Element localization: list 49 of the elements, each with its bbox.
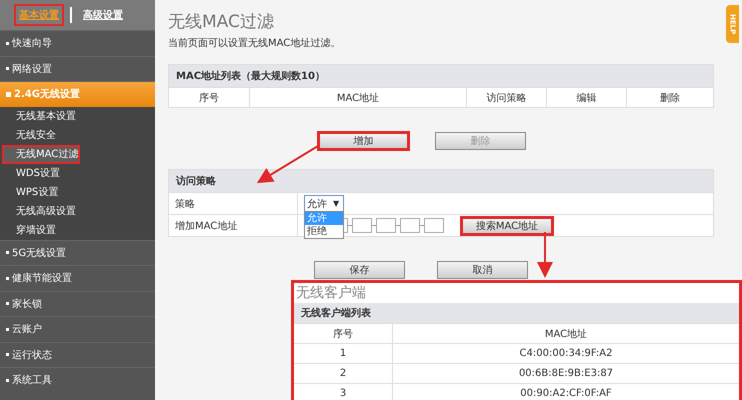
form-button[interactable]: 保存 [314,261,405,279]
table-cell: 2 [294,363,392,383]
table-button[interactable]: 增加 [318,132,409,150]
table-cell: 1 [294,343,392,363]
section-title: 访问策略 [169,170,713,192]
page-description: 当前页面可以设置无线MAC地址过滤。 [168,36,342,51]
sidebar-item[interactable]: 快速向导 [0,30,155,56]
mac-input-field[interactable] [400,218,420,233]
field-label: 策略 [169,193,298,214]
column-header: 序号 [294,323,392,343]
table-cell: 00:90:A2:CF:0F:AF [392,383,739,400]
sidebar-subitem[interactable]: 无线安全 [0,126,155,144]
sidebar-subitem[interactable]: 穿墙设置 [0,220,155,240]
sidebar-item[interactable]: 家长锁 [0,290,155,316]
table-title: MAC地址列表（最大规则数10） [169,65,713,87]
column-header: 删除 [626,87,713,107]
popup-title: 无线客户端 [295,284,367,303]
column-header: 序号 [169,87,249,107]
table-title: 无线客户端列表 [294,303,739,323]
column-header: 编辑 [546,87,626,107]
mac-input-field[interactable] [352,218,372,233]
table-cell: C4:00:00:34:9F:A2 [392,343,739,363]
column-header: MAC地址 [392,323,739,343]
annotation-arrow [537,232,553,278]
caret-icon: ▼ [333,199,340,208]
sidebar-item[interactable]: 系统工具 [0,367,155,392]
sidebar-item[interactable]: 5G无线设置 [0,240,155,265]
sidebar-item[interactable]: 健康节能设置 [0,265,155,290]
sidebar-subitem[interactable]: 无线MAC过滤 [2,144,80,164]
mac-input-field[interactable] [376,218,396,233]
column-header: 访问策略 [466,87,546,107]
dropdown-option[interactable]: 拒绝 [305,225,343,238]
field-label: 增加MAC地址 [169,215,298,236]
mac-input-field[interactable] [424,218,444,233]
sidebar-item[interactable]: 运行状态 [0,342,155,367]
top-tab[interactable]: 高级设置 [78,4,128,26]
sidebar-subitem[interactable]: WPS设置 [0,182,155,202]
table-cell: 00:6B:8E:9B:E3:87 [392,363,739,383]
form-button[interactable]: 取消 [437,261,528,279]
sidebar-subitem[interactable]: 无线高级设置 [0,202,155,220]
sidebar-item[interactable]: 云账户 [0,316,155,342]
column-header: MAC地址 [249,87,466,107]
sidebar-subitem[interactable]: 无线基本设置 [0,106,155,126]
search-mac-button[interactable]: 搜索MAC地址 [461,216,553,234]
table-cell: 3 [294,383,392,400]
sidebar-subitem[interactable]: WDS设置 [0,164,155,182]
page-title: 无线MAC过滤 [168,11,274,34]
policy-dropdown[interactable]: 允许 ▼ [304,195,344,212]
annotation-arrow [256,145,319,184]
